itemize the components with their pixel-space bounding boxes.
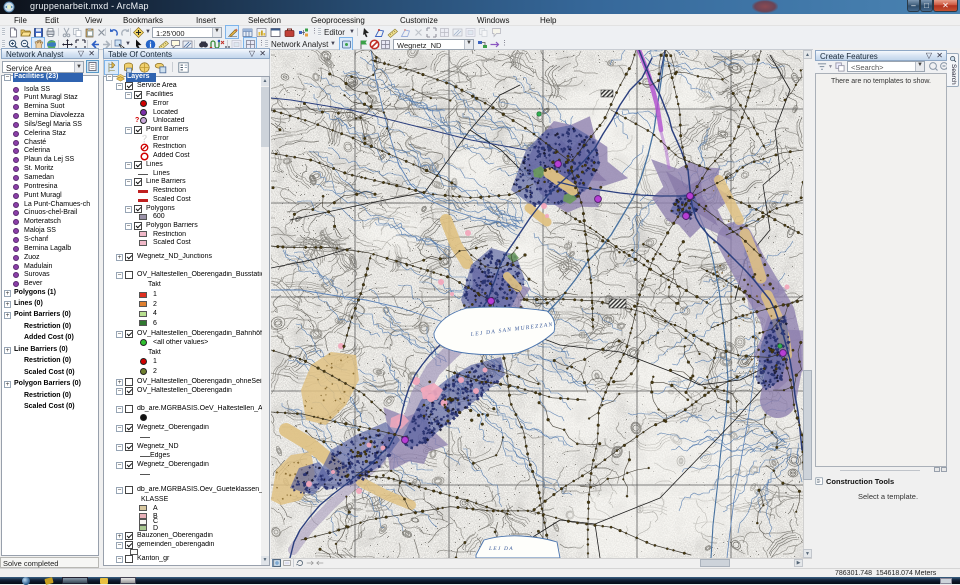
svg-text:LEJ DA: LEJ DA (488, 546, 514, 552)
